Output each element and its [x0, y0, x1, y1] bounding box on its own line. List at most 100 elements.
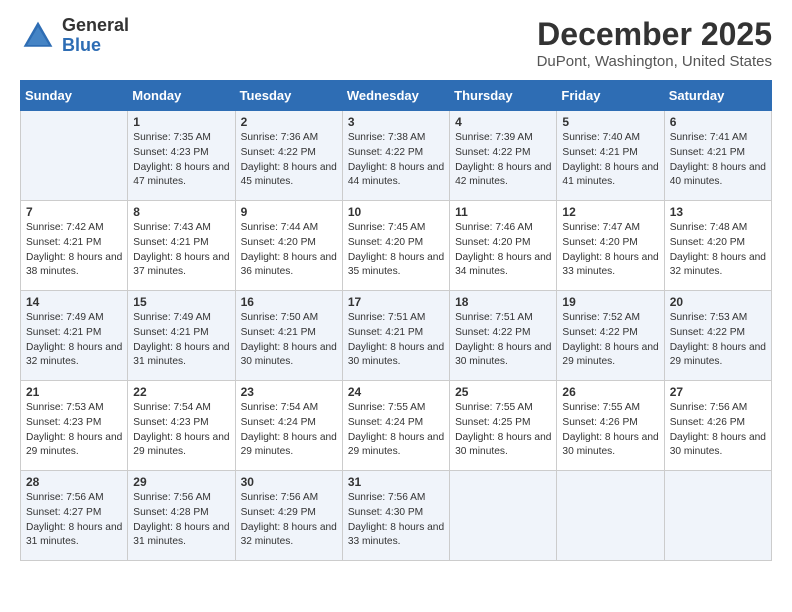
sunrise-text: Sunrise: 7:56 AM [241, 491, 337, 506]
daylight-text: Daylight: 8 hours and 31 minutes. [26, 521, 122, 551]
sunrise-text: Sunrise: 7:35 AM [133, 131, 229, 146]
day-number: 24 [348, 385, 444, 399]
sunrise-text: Sunrise: 7:49 AM [133, 311, 229, 326]
calendar-cell: 8Sunrise: 7:43 AMSunset: 4:21 PMDaylight… [128, 201, 235, 291]
calendar-cell: 22 Sunrise: 7:54 AMSunset: 4:23 PMDayligh… [128, 381, 235, 471]
day-number: 28 [26, 475, 122, 489]
calendar-cell: 14Sunrise: 7:49 AMSunset: 4:21 PMDayligh… [21, 291, 128, 381]
sunrise-text: Sunrise: 7:38 AM [348, 131, 444, 146]
calendar-cell: 1Sunrise: 7:35 AMSunset: 4:23 PMDaylight… [128, 111, 235, 201]
calendar-cell: 2Sunrise: 7:36 AMSunset: 4:22 PMDaylight… [235, 111, 342, 201]
daylight-text: Daylight: 8 hours and 29 minutes. [348, 431, 444, 461]
day-info: Sunrise: 7:39 AMSunset: 4:22 PMDaylight:… [455, 131, 551, 190]
day-info: Sunrise: 7:56 AMSunset: 4:27 PMDaylight:… [26, 491, 122, 550]
header-day-monday: Monday [128, 81, 235, 111]
day-number: 18 [455, 295, 551, 309]
sunset-text: Sunset: 4:23 PM [26, 416, 122, 431]
sunset-text: Sunset: 4:24 PM [348, 416, 444, 431]
day-info: Sunrise: 7:38 AMSunset: 4:22 PMDaylight:… [348, 131, 444, 190]
calendar-cell: 15Sunrise: 7:49 AMSunset: 4:21 PMDayligh… [128, 291, 235, 381]
daylight-text: Daylight: 8 hours and 29 minutes. [670, 341, 766, 371]
day-number: 2 [241, 115, 337, 129]
sunset-text: Sunset: 4:21 PM [26, 236, 122, 251]
calendar-cell: 26Sunrise: 7:55 AMSunset: 4:26 PMDayligh… [557, 381, 664, 471]
daylight-text: Daylight: 8 hours and 31 minutes. [133, 341, 229, 371]
sunrise-text: Sunrise: 7:47 AM [562, 221, 658, 236]
calendar-cell: 25 Sunrise: 7:55 AMSunset: 4:25 PMDayligh… [450, 381, 557, 471]
sunrise-text: Sunrise: 7:56 AM [670, 401, 766, 416]
sunset-text: Sunset: 4:21 PM [133, 236, 229, 251]
day-info: Sunrise: 7:44 AMSunset: 4:20 PMDaylight:… [241, 221, 337, 280]
day-info: Sunrise: 7:46 AMSunset: 4:20 PMDaylight:… [455, 221, 551, 280]
sunset-text: Sunset: 4:23 PM [133, 146, 229, 161]
sunrise-text: Sunrise: 7:42 AM [26, 221, 122, 236]
day-number: 19 [562, 295, 658, 309]
day-info: Sunrise: 7:54 AMSunset: 4:23 PMDaylight:… [133, 401, 229, 460]
day-number: 7 [26, 205, 122, 219]
daylight-text: Daylight: 8 hours and 33 minutes. [348, 521, 444, 551]
day-info: Sunrise: 7:53 AMSunset: 4:23 PMDaylight:… [26, 401, 122, 460]
calendar-cell: 27Sunrise: 7:56 AMSunset: 4:26 PMDayligh… [664, 381, 771, 471]
header-day-friday: Friday [557, 81, 664, 111]
sunset-text: Sunset: 4:26 PM [562, 416, 658, 431]
week-row-4: 21 Sunrise: 7:53 AMSunset: 4:23 PMDayligh… [21, 381, 772, 471]
day-info: Sunrise: 7:35 AMSunset: 4:23 PMDaylight:… [133, 131, 229, 190]
day-number: 30 [241, 475, 337, 489]
calendar-cell [450, 471, 557, 561]
day-number: 15 [133, 295, 229, 309]
sunset-text: Sunset: 4:22 PM [562, 326, 658, 341]
day-number: 31 [348, 475, 444, 489]
daylight-text: Daylight: 8 hours and 41 minutes. [562, 161, 658, 191]
sunset-text: Sunset: 4:22 PM [670, 326, 766, 341]
day-number: 22 [133, 385, 229, 399]
week-row-3: 14Sunrise: 7:49 AMSunset: 4:21 PMDayligh… [21, 291, 772, 381]
day-number: 20 [670, 295, 766, 309]
daylight-text: Daylight: 8 hours and 31 minutes. [133, 521, 229, 551]
sunset-text: Sunset: 4:20 PM [562, 236, 658, 251]
calendar-cell: 6Sunrise: 7:41 AMSunset: 4:21 PMDaylight… [664, 111, 771, 201]
sunrise-text: Sunrise: 7:56 AM [133, 491, 229, 506]
sunset-text: Sunset: 4:21 PM [241, 326, 337, 341]
daylight-text: Daylight: 8 hours and 47 minutes. [133, 161, 229, 191]
calendar-cell: 30 Sunrise: 7:56 AMSunset: 4:29 PMDayligh… [235, 471, 342, 561]
sunrise-text: Sunrise: 7:48 AM [670, 221, 766, 236]
sunrise-text: Sunrise: 7:51 AM [455, 311, 551, 326]
week-row-2: 7Sunrise: 7:42 AMSunset: 4:21 PMDaylight… [21, 201, 772, 291]
day-number: 4 [455, 115, 551, 129]
sunset-text: Sunset: 4:23 PM [133, 416, 229, 431]
daylight-text: Daylight: 8 hours and 36 minutes. [241, 251, 337, 281]
daylight-text: Daylight: 8 hours and 37 minutes. [133, 251, 229, 281]
calendar-cell: 5Sunrise: 7:40 AMSunset: 4:21 PMDaylight… [557, 111, 664, 201]
daylight-text: Daylight: 8 hours and 34 minutes. [455, 251, 551, 281]
day-info: Sunrise: 7:56 AMSunset: 4:30 PMDaylight:… [348, 491, 444, 550]
calendar-cell: 18Sunrise: 7:51 AMSunset: 4:22 PMDayligh… [450, 291, 557, 381]
day-info: Sunrise: 7:45 AMSunset: 4:20 PMDaylight:… [348, 221, 444, 280]
sunrise-text: Sunrise: 7:40 AM [562, 131, 658, 146]
daylight-text: Daylight: 8 hours and 33 minutes. [562, 251, 658, 281]
sunset-text: Sunset: 4:20 PM [348, 236, 444, 251]
daylight-text: Daylight: 8 hours and 38 minutes. [26, 251, 122, 281]
day-number: 26 [562, 385, 658, 399]
day-number: 13 [670, 205, 766, 219]
day-info: Sunrise: 7:55 AMSunset: 4:25 PMDaylight:… [455, 401, 551, 460]
calendar-subtitle: DuPont, Washington, United States [537, 53, 772, 70]
day-number: 25 [455, 385, 551, 399]
day-number: 21 [26, 385, 122, 399]
sunrise-text: Sunrise: 7:51 AM [348, 311, 444, 326]
sunset-text: Sunset: 4:21 PM [26, 326, 122, 341]
daylight-text: Daylight: 8 hours and 29 minutes. [562, 341, 658, 371]
sunrise-text: Sunrise: 7:52 AM [562, 311, 658, 326]
header-day-saturday: Saturday [664, 81, 771, 111]
calendar-cell: 21 Sunrise: 7:53 AMSunset: 4:23 PMDayligh… [21, 381, 128, 471]
calendar-cell [21, 111, 128, 201]
day-number: 16 [241, 295, 337, 309]
header-day-sunday: Sunday [21, 81, 128, 111]
sunrise-text: Sunrise: 7:44 AM [241, 221, 337, 236]
sunrise-text: Sunrise: 7:55 AM [455, 401, 551, 416]
day-info: Sunrise: 7:55 AMSunset: 4:24 PMDaylight:… [348, 401, 444, 460]
calendar-cell: 9Sunrise: 7:44 AMSunset: 4:20 PMDaylight… [235, 201, 342, 291]
calendar-cell: 7 Sunrise: 7:42 AMSunset: 4:21 PMDaylight… [21, 201, 128, 291]
sunset-text: Sunset: 4:25 PM [455, 416, 551, 431]
calendar-cell: 11Sunrise: 7:46 AMSunset: 4:20 PMDayligh… [450, 201, 557, 291]
day-info: Sunrise: 7:56 AMSunset: 4:29 PMDaylight:… [241, 491, 337, 550]
